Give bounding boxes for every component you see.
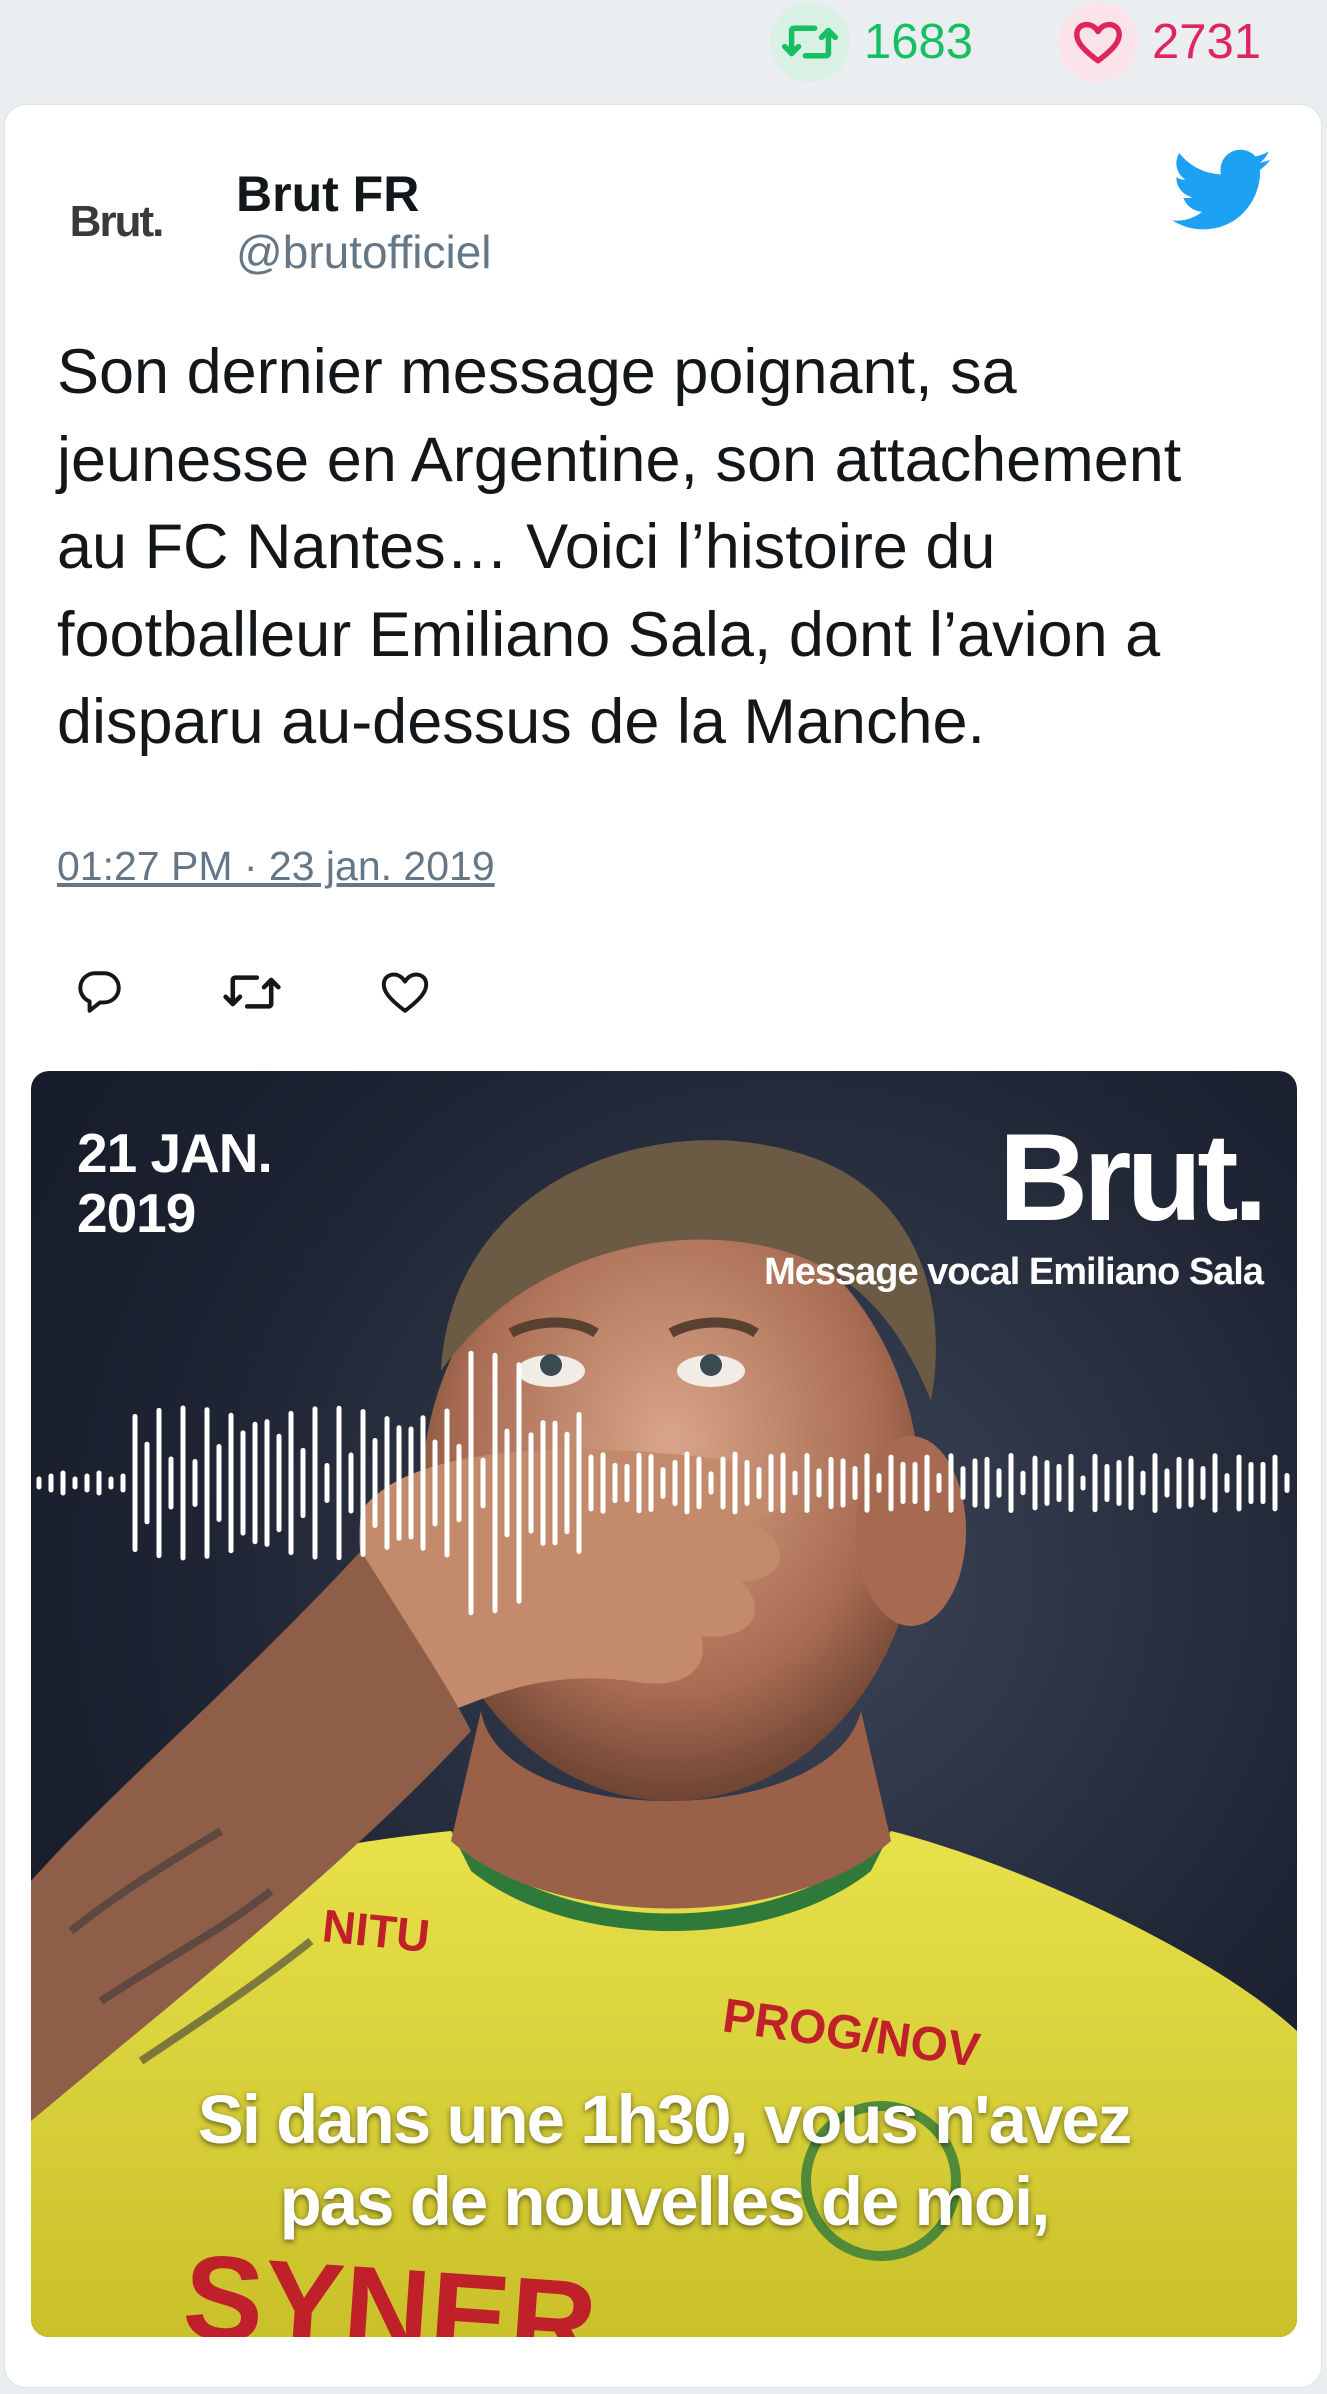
avatar[interactable]: Brut. — [55, 161, 177, 283]
engagement-stats: 1683 2731 — [0, 0, 1327, 100]
tweet-actions — [65, 957, 565, 1027]
video-thumbnail[interactable]: NITU PROG/NOV SYNER 21 JAN. 2019 Brut. M… — [31, 1071, 1297, 2337]
date-overlay: 21 JAN. 2019 — [77, 1122, 273, 1244]
like-count: 2731 — [1152, 15, 1262, 69]
retweet-icon[interactable] — [217, 957, 287, 1027]
retweet-stat[interactable]: 1683 — [770, 0, 973, 84]
tweet-timestamp[interactable]: 01:27 PM · 23 jan. 2019 — [57, 843, 495, 890]
tweet-card: Brut. Brut FR @brutofficiel Son dernier … — [4, 104, 1322, 2388]
author-name[interactable]: Brut FR — [236, 165, 419, 223]
tweet-text: Son dernier message poignant, sa jeuness… — [57, 337, 1182, 757]
retweet-icon — [770, 2, 850, 82]
brand-logo: Brut. — [998, 1109, 1268, 1247]
heart-icon[interactable] — [370, 957, 440, 1027]
brand-caption: Message vocal Emiliano Sala — [764, 1251, 1264, 1293]
heart-icon — [1058, 2, 1138, 82]
retweet-count: 1683 — [864, 15, 974, 69]
reply-icon[interactable] — [65, 957, 135, 1027]
twitter-bird-icon[interactable] — [1173, 149, 1273, 233]
like-stat[interactable]: 2731 — [1058, 0, 1261, 84]
author-handle[interactable]: @brutofficiel — [236, 225, 492, 279]
video-subtitle: Si dans une 1h30, vous n'avez pas de nou… — [197, 2081, 1132, 2240]
avatar-logo-text: Brut. — [69, 197, 165, 246]
